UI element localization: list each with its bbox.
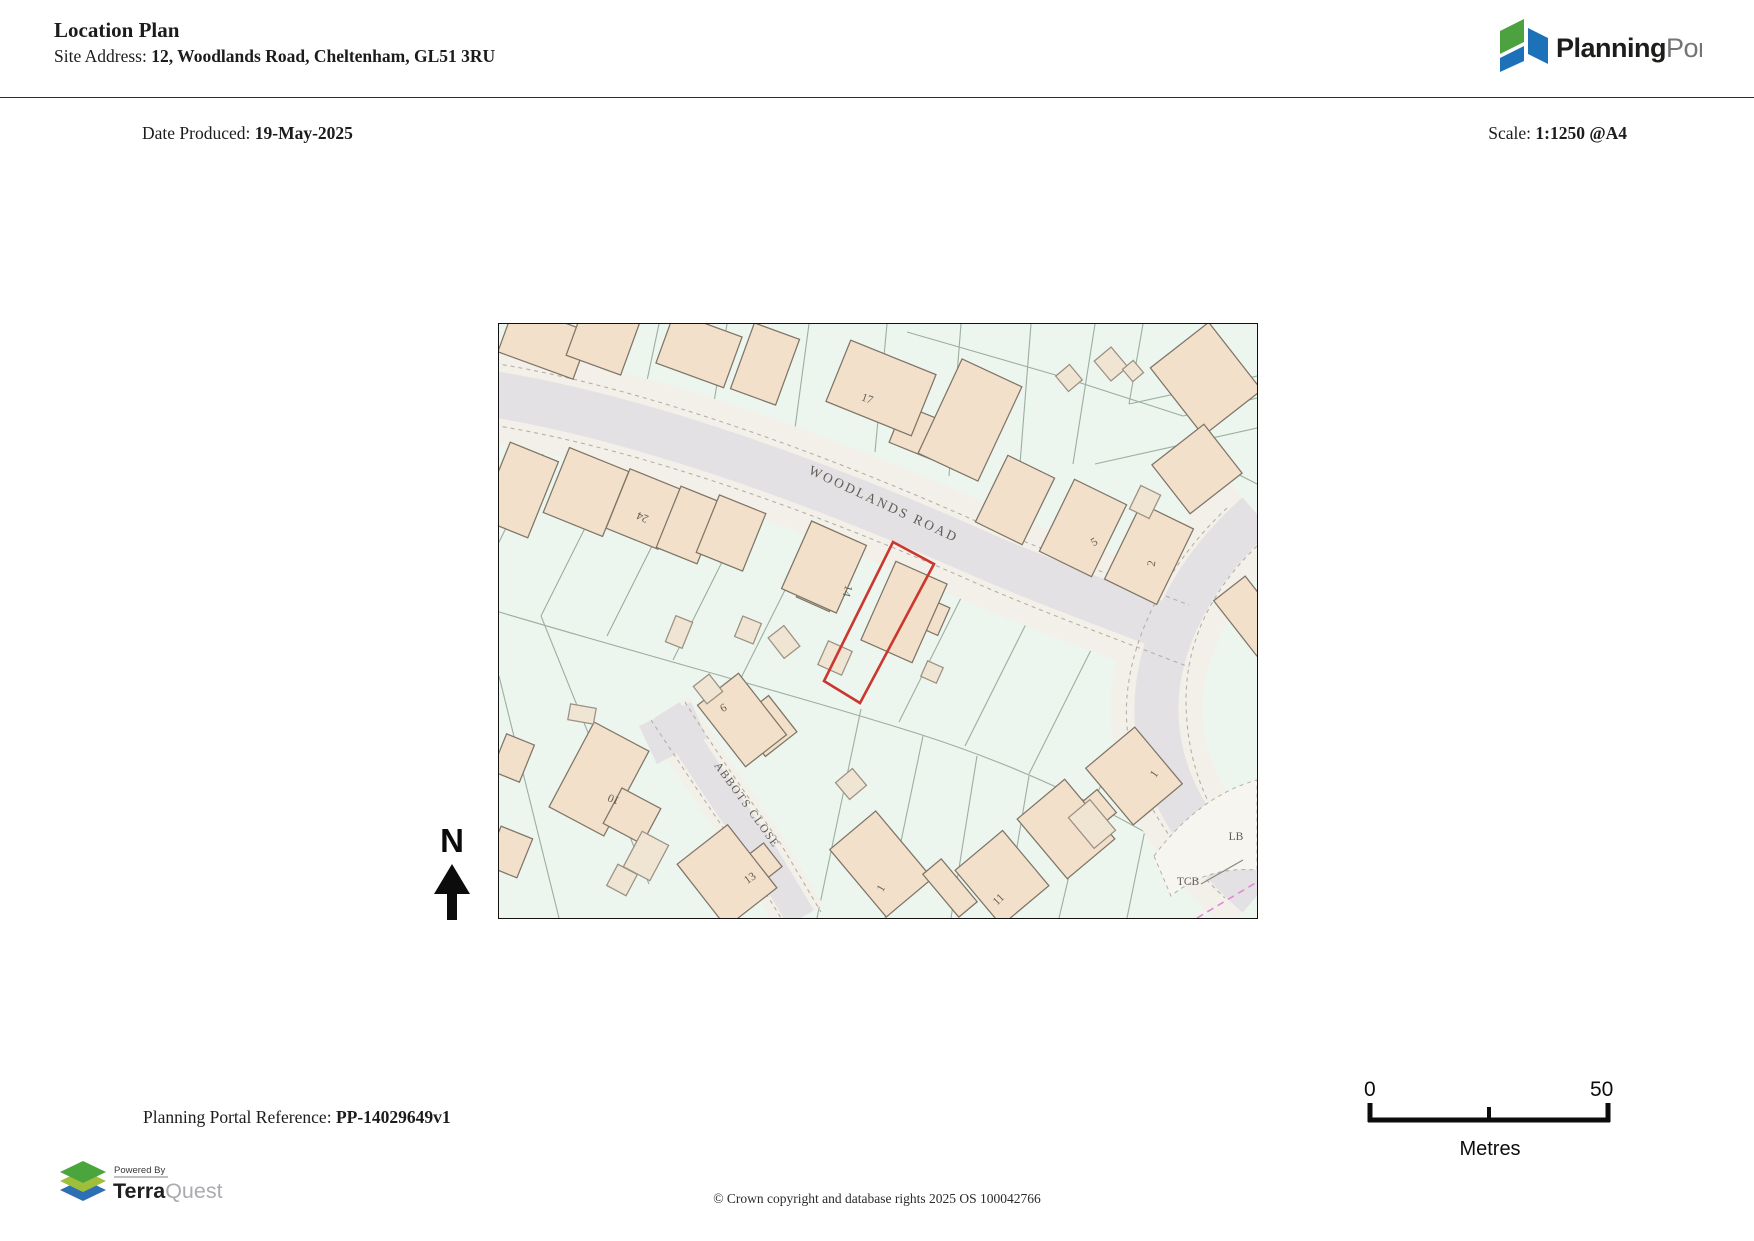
- building: [655, 311, 743, 389]
- building: [478, 441, 560, 539]
- location-plan-map: WOODLANDS ROAD ABBOTS CLOSE 17 24 14 5 2 6 10 13 1…: [471, 296, 1290, 932]
- scale-bar-rule: [1367, 1103, 1611, 1123]
- reference-value: PP-14029649v1: [335, 1107, 451, 1127]
- house-number-label: TCB: [1177, 876, 1200, 888]
- map-scale-label: Scale:: [1488, 123, 1536, 143]
- building: [828, 810, 934, 918]
- north-indicator: N: [428, 822, 476, 922]
- building: [733, 615, 763, 645]
- building: [664, 614, 694, 650]
- planning-portal-reference: Planning Portal Reference: PP-14029649v1: [143, 1107, 451, 1128]
- date-produced-label: Date Produced:: [142, 123, 255, 143]
- site-address-value: 12, Woodlands Road, Cheltenham, GL51 3RU: [151, 46, 496, 66]
- location-plan-document: { "header": { "title": "Location Plan", …: [0, 0, 1754, 1241]
- building: [567, 703, 597, 725]
- reference-label: Planning Portal Reference:: [143, 1107, 336, 1127]
- logo-text-bold: Planning: [1556, 33, 1666, 63]
- site-address-label: Site Address:: [54, 46, 152, 66]
- map-scale-note: Scale: 1:1250 @A4: [1488, 123, 1627, 144]
- planning-portal-logo: PlanningPortal: [1500, 19, 1702, 72]
- site-address: Site Address: 12, Woodlands Road, Chelte…: [54, 46, 495, 67]
- house-number-label: LB: [1229, 831, 1244, 843]
- north-label: N: [440, 822, 464, 859]
- scale-bar-end: 50: [1590, 1078, 1613, 1101]
- building: [834, 767, 868, 801]
- scale-bar: 0 50: [1364, 1078, 1613, 1123]
- scale-bar-units: Metres: [1459, 1138, 1521, 1160]
- building: [484, 825, 534, 879]
- north-arrow-icon: [434, 864, 470, 920]
- building: [1093, 346, 1129, 382]
- map-scale-value: 1:1250 @A4: [1535, 123, 1627, 143]
- building: [490, 733, 536, 783]
- logo-text-light: Portal: [1666, 33, 1702, 63]
- terraquest-powered-by: Powered By: [114, 1165, 165, 1176]
- scale-bar-start: 0: [1364, 1078, 1376, 1101]
- svg-text:PlanningPortal: PlanningPortal: [1556, 33, 1702, 63]
- building: [1054, 363, 1084, 393]
- date-produced: Date Produced: 19-May-2025: [142, 123, 353, 144]
- planning-portal-cube-icon: [1500, 19, 1548, 72]
- building: [919, 659, 945, 685]
- crown-copyright: © Crown copyright and database rights 20…: [713, 1191, 1041, 1206]
- page-title: Location Plan: [54, 18, 180, 42]
- os-map: WOODLANDS ROADABBOTS CLOSE17241452610131…: [471, 296, 1290, 932]
- date-produced-value: 19-May-2025: [254, 123, 353, 143]
- building: [1149, 321, 1263, 437]
- building: [767, 624, 801, 660]
- header-divider: [0, 97, 1754, 98]
